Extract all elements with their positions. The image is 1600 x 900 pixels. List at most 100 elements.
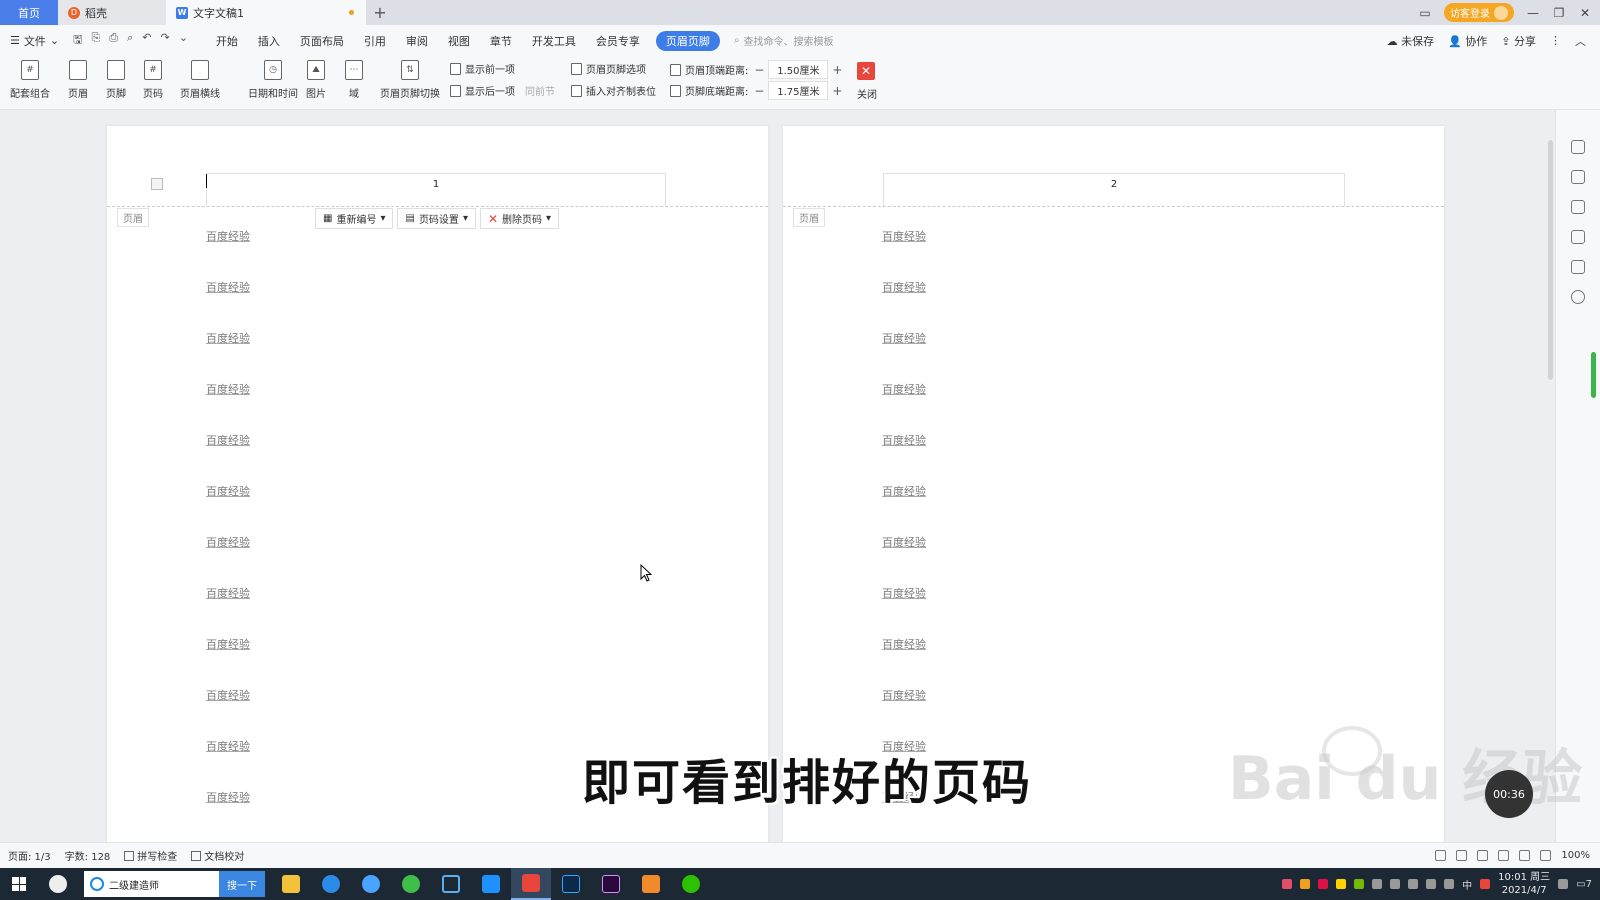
- hf-switch-button[interactable]: ⇅ 页眉页脚切换: [380, 60, 440, 100]
- notification-center[interactable]: ▭7: [1576, 879, 1592, 890]
- list-item[interactable]: 百度经验: [882, 228, 926, 244]
- hf-options-button[interactable]: 页眉页脚选项: [571, 61, 646, 76]
- list-item[interactable]: 百度经验: [206, 534, 250, 550]
- style-icon[interactable]: [1571, 140, 1585, 154]
- spell-check-toggle[interactable]: 拼写检查: [124, 848, 177, 863]
- format-painter-icon[interactable]: ⎘: [91, 31, 100, 50]
- pen-icon[interactable]: [1571, 170, 1585, 184]
- taskbar-app-premiere[interactable]: [591, 868, 631, 900]
- taskbar-app-edge[interactable]: [311, 868, 351, 900]
- clock[interactable]: 10:01 周三 2021/4/7: [1498, 871, 1550, 897]
- menu-insert[interactable]: 插入: [248, 33, 290, 49]
- sogou-ime-icon[interactable]: [1480, 879, 1491, 889]
- list-item[interactable]: 百度经验: [206, 228, 250, 244]
- help-icon[interactable]: [1571, 290, 1585, 304]
- list-item[interactable]: 百度经验: [882, 585, 926, 601]
- start-button[interactable]: [0, 868, 38, 900]
- taskbar-app-wps[interactable]: [511, 868, 551, 900]
- list-item[interactable]: 百度经验: [882, 279, 926, 295]
- taskbar-search-input[interactable]: 二级建造师: [84, 871, 219, 897]
- footer-bottom-stepper[interactable]: − 1.75厘米 +: [752, 81, 844, 100]
- edit-icon[interactable]: [1540, 850, 1552, 861]
- outline-view-icon[interactable]: [1477, 850, 1489, 861]
- visitor-login-button[interactable]: 访客登录: [1444, 3, 1514, 22]
- tab-home[interactable]: 首页: [0, 0, 58, 25]
- footer-bottom-value[interactable]: 1.75厘米: [768, 81, 829, 100]
- volume-icon[interactable]: [1444, 879, 1455, 889]
- web-view-icon[interactable]: [1498, 850, 1510, 861]
- minimize-icon[interactable]: —: [1526, 6, 1540, 20]
- unsaved-button[interactable]: ☁ 未保存: [1387, 33, 1435, 49]
- insert-tab-button[interactable]: 插入对齐制表位: [571, 83, 656, 98]
- list-item[interactable]: 百度经验: [206, 738, 250, 754]
- list-item[interactable]: 百度经验: [206, 279, 250, 295]
- combo-button[interactable]: # 配套组合: [10, 60, 50, 100]
- eye-icon[interactable]: [1435, 850, 1447, 861]
- list-item[interactable]: 百度经验: [206, 330, 250, 346]
- list-item[interactable]: 百度经验: [882, 687, 926, 703]
- command-search[interactable]: ⌕ 查找命令、搜索模板: [734, 33, 834, 48]
- show-next-button[interactable]: 显示后一项: [450, 83, 515, 98]
- renumber-button[interactable]: ▦ 重新编号 ▾: [315, 208, 394, 229]
- restore-icon[interactable]: ❐: [1552, 6, 1566, 20]
- menu-header-footer[interactable]: 页眉页脚: [655, 30, 720, 51]
- adjust-icon[interactable]: [1571, 230, 1585, 244]
- minus-icon[interactable]: −: [752, 63, 766, 77]
- speaker-icon[interactable]: [1372, 879, 1383, 889]
- taskbar-app-notes[interactable]: [631, 868, 671, 900]
- collab-button[interactable]: 👤 协作: [1448, 33, 1487, 49]
- field-button[interactable]: ⋯ 域: [345, 60, 363, 100]
- header-region-2[interactable]: 2: [883, 173, 1345, 206]
- tab-docer[interactable]: D 稻壳: [58, 0, 166, 25]
- list-item[interactable]: 百度经验: [882, 483, 926, 499]
- close-window-icon[interactable]: ✕: [1578, 6, 1592, 20]
- tray-app-icon[interactable]: [1336, 879, 1347, 889]
- page-number-button[interactable]: # 页码: [143, 60, 163, 100]
- list-item[interactable]: 百度经验: [206, 687, 250, 703]
- list-item[interactable]: 百度经验: [206, 789, 250, 805]
- taskbar-app-explorer[interactable]: [271, 868, 311, 900]
- list-item[interactable]: 百度经验: [206, 381, 250, 397]
- header-top-value[interactable]: 1.50厘米: [768, 60, 829, 79]
- taskbar-app-autocad[interactable]: [431, 868, 471, 900]
- select-icon[interactable]: [1571, 200, 1585, 214]
- menu-home[interactable]: 开始: [206, 33, 248, 49]
- list-item[interactable]: 百度经验: [882, 534, 926, 550]
- share-button[interactable]: ⇪ 分享: [1501, 33, 1536, 49]
- footer-button[interactable]: 页脚: [106, 60, 126, 100]
- list-item[interactable]: 百度经验: [206, 636, 250, 652]
- same-as-prev-button[interactable]: 同前节: [525, 83, 555, 98]
- redo-icon[interactable]: ↷: [160, 31, 169, 50]
- print-preview-icon[interactable]: ⌕: [127, 31, 133, 50]
- tab-document[interactable]: W 文字文稿1: [166, 0, 366, 25]
- word-count[interactable]: 字数: 128: [65, 848, 111, 863]
- ime-indicator[interactable]: 中: [1462, 877, 1472, 892]
- menu-member[interactable]: 会员专享: [586, 33, 650, 49]
- taskbar-app-sogou[interactable]: [351, 868, 391, 900]
- list-item[interactable]: 百度经验: [206, 483, 250, 499]
- collapse-ribbon-icon[interactable]: ︿: [1575, 33, 1586, 49]
- list-item[interactable]: 百度经验: [882, 636, 926, 652]
- page-setting-button[interactable]: ▤ 页码设置 ▾: [397, 208, 476, 229]
- page-count[interactable]: 页面: 1/3: [8, 848, 51, 863]
- header-button[interactable]: 页眉: [68, 60, 88, 100]
- undo-icon[interactable]: ↶: [142, 31, 151, 50]
- close-hf-button[interactable]: ✕: [857, 62, 875, 80]
- delete-page-number-button[interactable]: ✕ 删除页码 ▾: [479, 208, 560, 229]
- menu-developer[interactable]: 开发工具: [522, 33, 586, 49]
- minus-icon[interactable]: −: [752, 84, 766, 98]
- archive-icon[interactable]: [1571, 260, 1585, 274]
- customize-icon[interactable]: ⌄: [179, 31, 188, 50]
- taskbar-search-button[interactable]: 搜一下: [219, 871, 265, 897]
- nvidia-icon[interactable]: [1354, 879, 1365, 889]
- header-region-1[interactable]: 1: [206, 173, 666, 206]
- taskbar-app-360[interactable]: [38, 868, 78, 900]
- list-item[interactable]: 百度经验: [882, 432, 926, 448]
- usb-icon[interactable]: [1390, 879, 1401, 889]
- show-desktop-icon[interactable]: [1558, 879, 1569, 889]
- page-number-2[interactable]: 2: [884, 179, 1344, 190]
- menu-review[interactable]: 审阅: [396, 33, 438, 49]
- show-prev-button[interactable]: 显示前一项: [450, 61, 515, 76]
- page-view-icon[interactable]: [1456, 850, 1468, 861]
- menu-section[interactable]: 章节: [480, 33, 522, 49]
